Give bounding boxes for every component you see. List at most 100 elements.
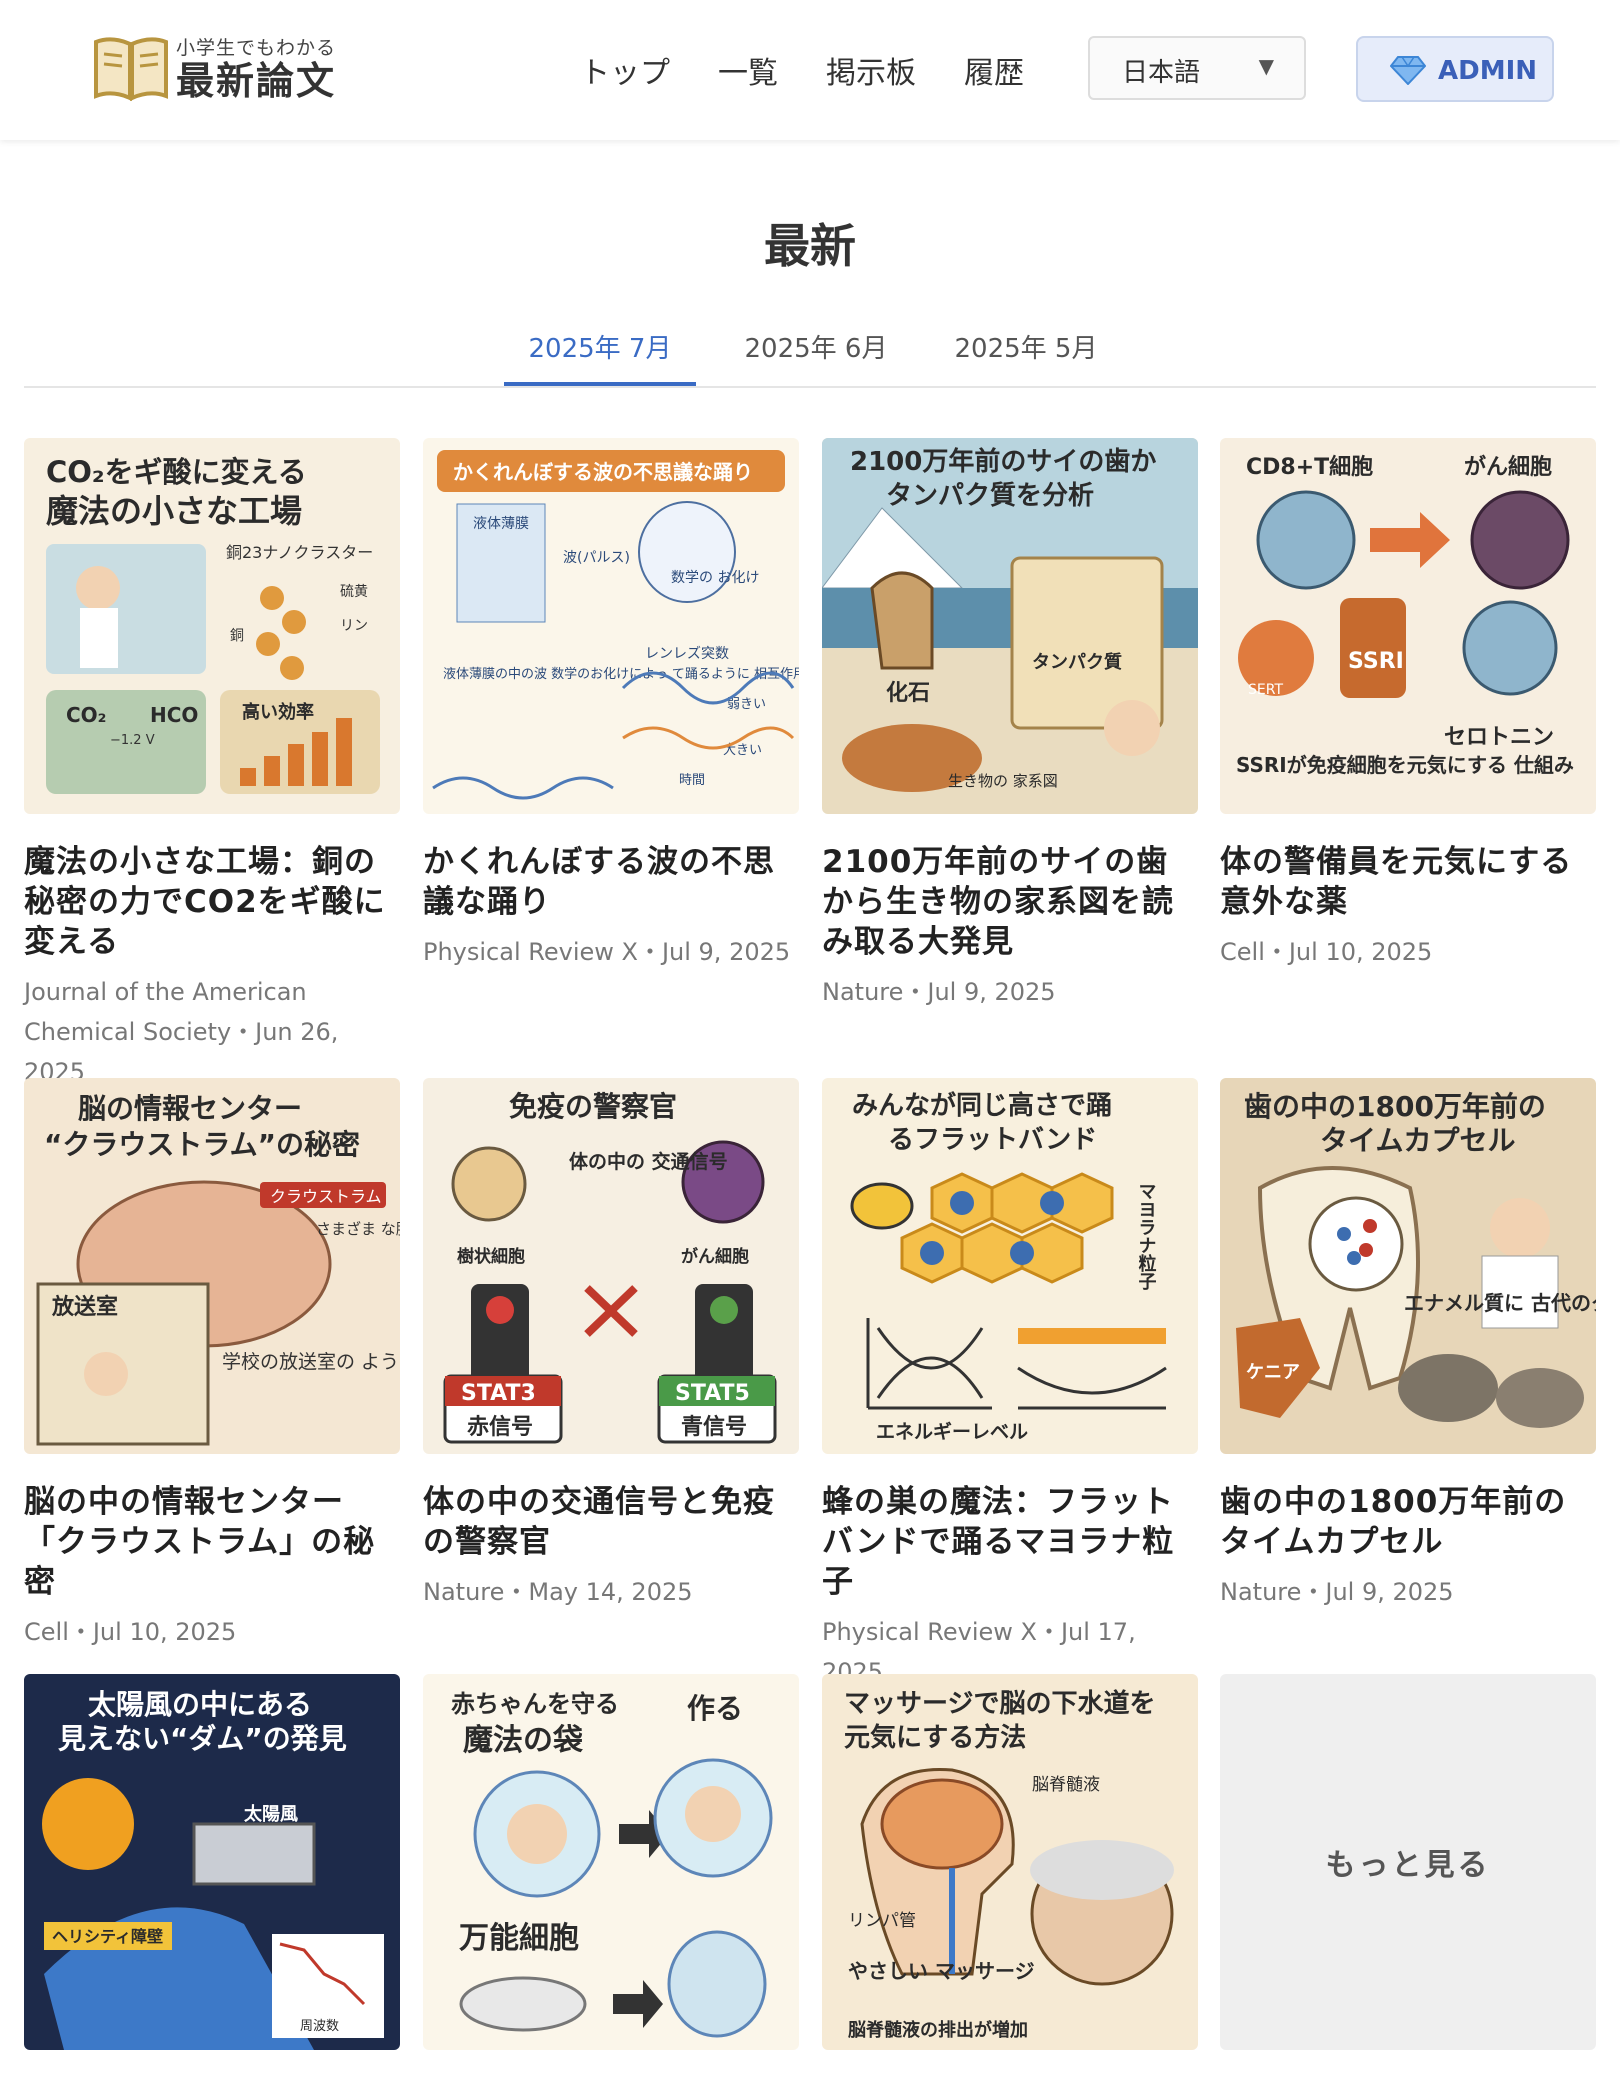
- nav-top[interactable]: トップ: [580, 48, 670, 92]
- more-label: もっと見る: [1325, 1848, 1491, 1883]
- tab-2025-07[interactable]: 2025年 7月: [504, 328, 696, 365]
- svg-text:免疫の警察官: 免疫の警察官: [509, 1090, 677, 1123]
- svg-text:魔法の小さな工場: 魔法の小さな工場: [46, 492, 302, 530]
- svg-text:クラウストラム: クラウストラム: [270, 1187, 382, 1206]
- svg-text:放送室: 放送室: [51, 1294, 118, 1320]
- main-nav: トップ 一覧 掲示板 履歴: [580, 48, 1072, 92]
- svg-text:赤信号: 赤信号: [467, 1414, 533, 1440]
- article-meta: Nature・Jul 9, 2025: [1220, 1578, 1454, 1606]
- article-thumbnail[interactable]: かくれんぼする波の不思議な踊り 液体薄膜 波(パルス) 数学の お化け 液体薄膜…: [423, 438, 799, 814]
- svg-text:STAT3: STAT3: [461, 1381, 536, 1406]
- site-logo[interactable]: 小学生でもわかる 最新論文: [92, 32, 336, 102]
- svg-text:魔法の袋: 魔法の袋: [463, 1723, 583, 1758]
- svg-text:赤ちゃんを守る: 赤ちゃんを守る: [451, 1690, 619, 1718]
- article-thumbnail[interactable]: CD8+T細胞 がん細胞 SSRI SERT セロトニン SSRIが免疫細胞を元…: [1220, 438, 1596, 814]
- article-card[interactable]: 2100万年前のサイの歯か タンパク質を分析 化石 タンパク質 生き物の 家系図…: [822, 438, 1198, 1012]
- article-thumbnail[interactable]: 免疫の警察官 体の中の 交通信号 樹状細胞 がん細胞 STAT3 赤信号 STA…: [423, 1078, 799, 1454]
- svg-text:元気にする方法: 元気にする方法: [844, 1722, 1026, 1753]
- svg-text:弱きい: 弱きい: [727, 697, 766, 712]
- article-title[interactable]: 2100万年前のサイの歯から生き物の家系図を読み取る大発見: [822, 842, 1198, 962]
- article-card[interactable]: かくれんぼする波の不思議な踊り 液体薄膜 波(パルス) 数学の お化け 液体薄膜…: [423, 438, 799, 972]
- nav-history[interactable]: 履歴: [964, 48, 1024, 92]
- article-card[interactable]: 歯の中の1800万年前の タイムカプセル エナメル質に 古代のタンパク質 ケニア…: [1220, 1078, 1596, 1612]
- book-icon: [94, 37, 168, 102]
- svg-text:さまざま な脳の 部分と つながる: さまざま な脳の 部分と つながる: [316, 1220, 400, 1238]
- page-title: 最新: [764, 219, 856, 273]
- nav-board[interactable]: 掲示板: [826, 48, 916, 92]
- article-title[interactable]: 魔法の小さな工場：銅の秘密の力でCO2をギ酸に変える: [24, 842, 400, 962]
- svg-text:見えない“ダム”の発見: 見えない“ダム”の発見: [58, 1722, 347, 1755]
- svg-text:SSRIが免疫細胞を元気にする 仕組み: SSRIが免疫細胞を元気にする 仕組み: [1236, 753, 1574, 777]
- article-title[interactable]: 体の警備員を元気にする意外な薬: [1220, 842, 1596, 922]
- diamond-icon: [1390, 56, 1426, 85]
- svg-text:CO₂: CO₂: [66, 703, 106, 727]
- svg-text:硫黄: 硫黄: [340, 583, 368, 600]
- svg-text:樹状細胞: 樹状細胞: [457, 1246, 525, 1267]
- svg-text:リンパ管: リンパ管: [848, 1911, 916, 1931]
- article-thumbnail[interactable]: 脳の情報センター “クラウストラム”の秘密 クラウストラム さまざま な脳の 部…: [24, 1078, 400, 1454]
- svg-text:HCO: HCO: [150, 703, 198, 727]
- site-header: 小学生でもわかる 最新論文 トップ 一覧 掲示板 履歴 日本語 ▼ ADMIN: [0, 0, 1620, 140]
- more-button[interactable]: もっと見る: [1220, 1674, 1596, 2050]
- article-thumbnail[interactable]: 赤ちゃんを守る 魔法の袋 作る 万能細胞: [423, 1674, 799, 2050]
- article-card[interactable]: CD8+T細胞 がん細胞 SSRI SERT セロトニン SSRIが免疫細胞を元…: [1220, 438, 1596, 972]
- article-title[interactable]: かくれんぼする波の不思議な踊り: [423, 842, 799, 922]
- svg-text:エナメル質に 古代のタンパク質: エナメル質に 古代のタンパク質: [1404, 1291, 1596, 1315]
- svg-text:液体薄膜: 液体薄膜: [473, 516, 529, 532]
- article-title[interactable]: 体の中の交通信号と免疫の警察官: [423, 1482, 799, 1562]
- article-meta: Journal of the American Chemical Society…: [24, 978, 339, 1086]
- svg-text:CD8+T細胞: CD8+T細胞: [1246, 454, 1373, 480]
- svg-text:数学の お化け: 数学の お化け: [671, 570, 759, 586]
- tab-2025-05[interactable]: 2025年 5月: [930, 328, 1122, 365]
- admin-label: ADMIN: [1438, 56, 1538, 86]
- article-title[interactable]: 脳の中の情報センター「クラウストラム」の秘密: [24, 1482, 400, 1602]
- article-thumbnail[interactable]: 太陽風の中にある 見えない“ダム”の発見 太陽風 ヘリシティ障壁 周波数: [24, 1674, 400, 2050]
- admin-button[interactable]: ADMIN: [1356, 36, 1554, 102]
- dropdown-arrow-icon: ▼: [1258, 54, 1274, 78]
- article-meta: Nature・May 14, 2025: [423, 1578, 693, 1606]
- article-card[interactable]: 免疫の警察官 体の中の 交通信号 樹状細胞 がん細胞 STAT3 赤信号 STA…: [423, 1078, 799, 1612]
- svg-text:STAT5: STAT5: [675, 1381, 750, 1406]
- svg-text:液体薄膜の中の波 数学のお化けによっ て踊るように 相互作用: 液体薄膜の中の波 数学のお化けによっ て踊るように 相互作用する: [443, 666, 799, 682]
- svg-text:マッサージで脳の下水道を: マッサージで脳の下水道を: [844, 1688, 1155, 1719]
- article-card[interactable]: CO₂をギ酸に変える 魔法の小さな工場 銅23ナノクラスター 硫黄 リン 銅 C…: [24, 438, 400, 1092]
- tab-2025-06[interactable]: 2025年 6月: [720, 328, 912, 365]
- svg-text:生き物の 家系図: 生き物の 家系図: [948, 772, 1058, 790]
- svg-text:万能細胞: 万能細胞: [459, 1921, 579, 1956]
- svg-text:太陽風: 太陽風: [244, 1803, 298, 1825]
- svg-text:リン: リン: [340, 618, 368, 634]
- svg-text:学校の放送室の ような役割: 学校の放送室の ような役割: [222, 1351, 400, 1373]
- article-title[interactable]: 歯の中の1800万年前のタイムカプセル: [1220, 1482, 1596, 1562]
- svg-text:銅: 銅: [230, 628, 244, 644]
- svg-text:がん細胞: がん細胞: [681, 1246, 749, 1267]
- article-card[interactable]: 脳の情報センター “クラウストラム”の秘密 クラウストラム さまざま な脳の 部…: [24, 1078, 400, 1652]
- article-card[interactable]: 赤ちゃんを守る 魔法の袋 作る 万能細胞: [423, 1674, 799, 2050]
- article-thumbnail[interactable]: みんなが同じ高さで踊 るフラットバンド マヨラナ粒子 エネルギーレベル: [822, 1078, 1198, 1454]
- svg-text:化石: 化石: [886, 680, 930, 706]
- month-tabs: 2025年 7月 2025年 6月 2025年 5月: [24, 310, 1596, 388]
- article-thumbnail[interactable]: マッサージで脳の下水道を 元気にする方法 脳脊髄液 リンパ管 やさしい マッサー…: [822, 1674, 1198, 2050]
- article-thumbnail[interactable]: 歯の中の1800万年前の タイムカプセル エナメル質に 古代のタンパク質 ケニア: [1220, 1078, 1596, 1454]
- article-thumbnail[interactable]: 2100万年前のサイの歯か タンパク質を分析 化石 タンパク質 生き物の 家系図: [822, 438, 1198, 814]
- svg-text:波(パルス): 波(パルス): [563, 550, 630, 566]
- article-thumbnail[interactable]: CO₂をギ酸に変える 魔法の小さな工場 銅23ナノクラスター 硫黄 リン 銅 C…: [24, 438, 400, 814]
- svg-text:エネルギーレベル: エネルギーレベル: [876, 1421, 1028, 1443]
- article-title[interactable]: 蜂の巣の魔法：フラットバンドで踊るマヨラナ粒子: [822, 1482, 1198, 1602]
- article-meta: Nature・Jul 9, 2025: [822, 978, 1056, 1006]
- nav-list[interactable]: 一覧: [718, 48, 778, 92]
- svg-text:2100万年前のサイの歯か: 2100万年前のサイの歯か: [850, 446, 1156, 477]
- svg-text:青信号: 青信号: [681, 1414, 747, 1440]
- svg-text:セロトニン: セロトニン: [1444, 725, 1554, 750]
- article-meta: Physical Review X・Jul 9, 2025: [423, 938, 791, 966]
- svg-text:るフラットバンド: るフラットバンド: [888, 1125, 1097, 1155]
- language-select[interactable]: 日本語 ▼: [1088, 36, 1306, 100]
- article-card[interactable]: みんなが同じ高さで踊 るフラットバンド マヨラナ粒子 エネルギーレベル 蜂の巣の…: [822, 1078, 1198, 1692]
- article-card[interactable]: マッサージで脳の下水道を 元気にする方法 脳脊髄液 リンパ管 やさしい マッサー…: [822, 1674, 1198, 2050]
- svg-text:SSRI: SSRI: [1348, 649, 1404, 674]
- language-value: 日本語: [1122, 58, 1201, 88]
- svg-text:タイムカプセル: タイムカプセル: [1320, 1124, 1515, 1157]
- svg-text:脳脊髄液: 脳脊髄液: [1032, 1775, 1100, 1795]
- active-tab-indicator: [504, 382, 696, 386]
- article-card[interactable]: 太陽風の中にある 見えない“ダム”の発見 太陽風 ヘリシティ障壁 周波数: [24, 1674, 400, 2050]
- svg-text:みんなが同じ高さで踊: みんなが同じ高さで踊: [852, 1090, 1112, 1121]
